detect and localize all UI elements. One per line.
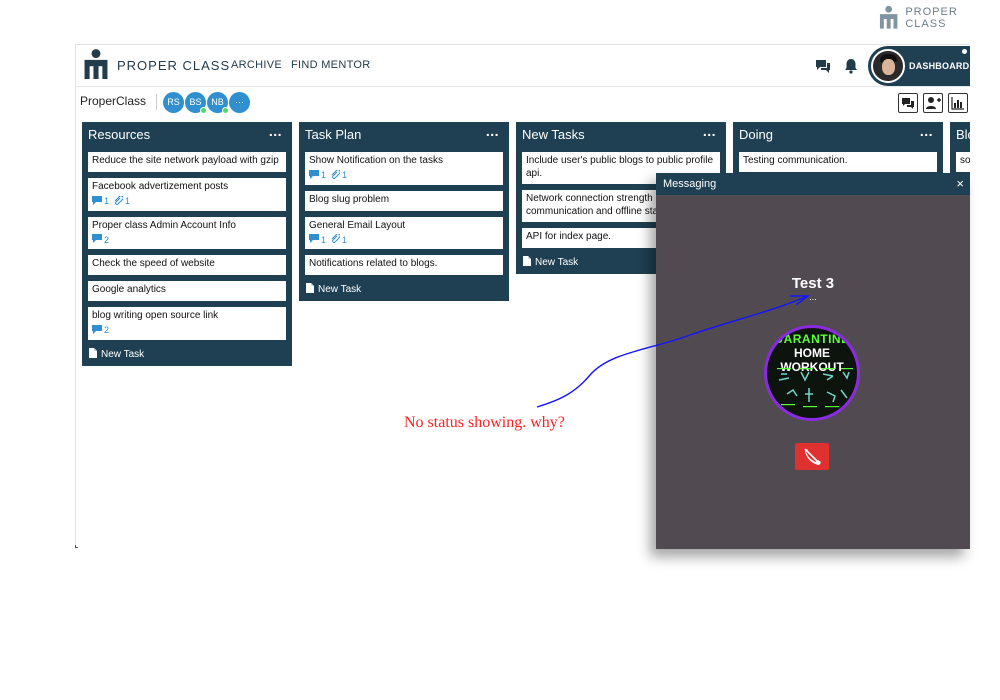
screenshot-canvas: PROPER CLASS PROPER CLASS ARCHIVE FIND M… [0, 0, 1000, 700]
annotation-note: No status showing. why? [404, 414, 565, 431]
crop-mark [75, 545, 78, 548]
annotation-arrow [536, 295, 811, 408]
